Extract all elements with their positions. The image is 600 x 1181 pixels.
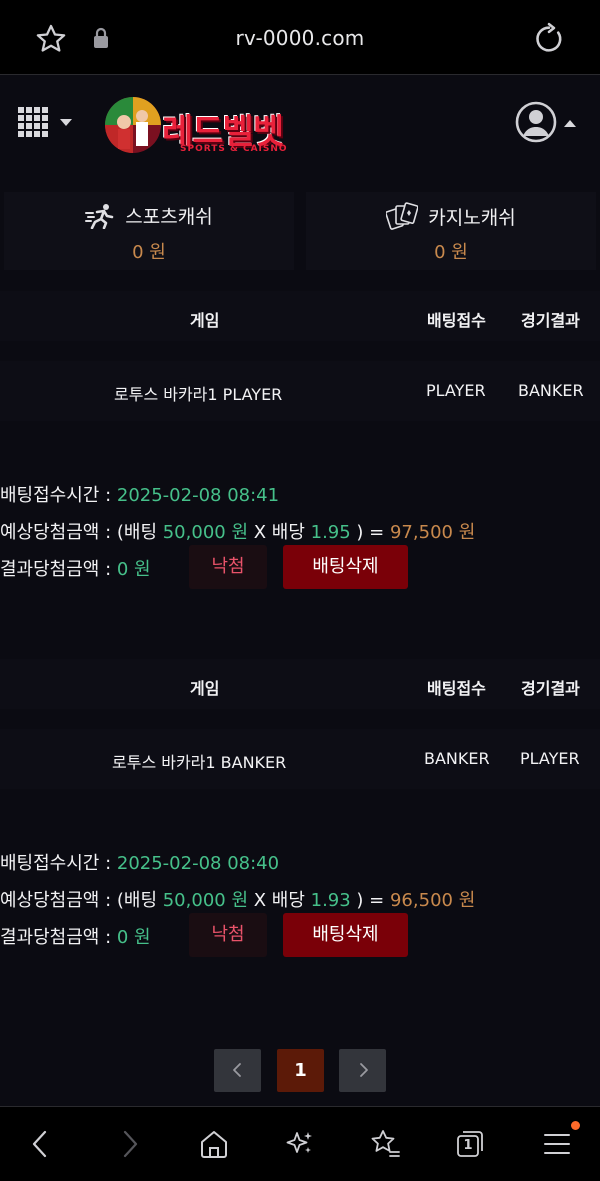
bet-pick: BANKER	[424, 749, 490, 768]
sparkle-icon[interactable]	[283, 1127, 317, 1161]
user-avatar-icon	[515, 101, 557, 143]
bet-time: 2025-02-08 08:40	[116, 853, 280, 874]
bet-table-row: 로투스 바카라1 PLAYER PLAYER BANKER	[0, 361, 600, 421]
grid-icon	[18, 107, 50, 139]
casino-cash-label: 카지노캐쉬	[428, 207, 516, 229]
running-person-icon	[85, 204, 114, 230]
apps-menu-button[interactable]	[18, 107, 74, 141]
delete-bet-button[interactable]: 배팅삭제	[283, 913, 408, 957]
odds-value: 1.93	[310, 890, 351, 911]
casino-cash-box[interactable]: 카지노캐쉬 0 원	[306, 192, 596, 270]
prev-page-button[interactable]	[214, 1049, 261, 1092]
page-number-current[interactable]: 1	[277, 1049, 324, 1092]
bet-time-line: 배팅접수시간 : 2025-02-08 08:40	[0, 853, 280, 874]
user-menu-button[interactable]	[514, 100, 580, 146]
sports-cash-box[interactable]: 스포츠캐쉬 0 원	[4, 192, 294, 270]
chevron-left-icon	[232, 1063, 241, 1077]
bet-game-name: 로투스 바카라1 PLAYER	[114, 385, 283, 404]
bet-table-header: 게임 배팅접수 경기결과	[0, 659, 600, 709]
stake-amount: 50,000 원	[162, 890, 248, 911]
notification-dot	[571, 1121, 580, 1130]
browser-bottom-bar: 1	[0, 1106, 600, 1181]
expected-win-line: 예상당첨금액 : (배팅 50,000 원 X 배당 1.95 ) = 97,5…	[0, 522, 476, 543]
expected-win-line: 예상당첨금액 : (배팅 50,000 원 X 배당 1.93 ) = 96,5…	[0, 890, 476, 911]
odds-value: 1.95	[310, 522, 351, 543]
header-result: 경기결과	[521, 679, 580, 698]
bet-table-header: 게임 배팅접수 경기결과	[0, 291, 600, 341]
bet-game-name: 로투스 바카라1 BANKER	[112, 753, 287, 772]
result-amount: 0 원	[116, 559, 151, 580]
url-bar[interactable]: rv-0000.com	[0, 26, 600, 50]
bet-time: 2025-02-08 08:41	[116, 485, 280, 506]
stake-amount: 50,000 원	[162, 522, 248, 543]
bet-result: BANKER	[518, 381, 584, 400]
loss-status-button[interactable]: 낙첨	[189, 913, 267, 957]
header-bet-pick: 배팅접수	[427, 311, 486, 330]
header-game: 게임	[190, 679, 220, 698]
playing-cards-icon	[385, 202, 419, 230]
tab-count: 1	[463, 1138, 473, 1153]
sports-cash-amount: 0 원	[132, 242, 166, 263]
sports-cash-label: 스포츠캐쉬	[125, 206, 213, 228]
loss-status-button[interactable]: 낙첨	[189, 545, 267, 589]
browser-toolbar: rv-0000.com	[0, 0, 600, 75]
tabs-button[interactable]: 1	[453, 1127, 487, 1161]
site-logo[interactable]: 레드벨벳 SPORTS & CAISNO	[100, 90, 300, 160]
result-amount-line: 결과당첨금액 : 0 원	[0, 927, 151, 948]
result-amount-line: 결과당첨금액 : 0 원	[0, 559, 151, 580]
header-bet-pick: 배팅접수	[427, 679, 486, 698]
logo-subtitle: SPORTS & CAISNO	[180, 144, 288, 154]
casino-cash-amount: 0 원	[434, 242, 468, 263]
header-result: 경기결과	[521, 311, 580, 330]
reload-icon[interactable]	[532, 22, 566, 56]
bet-table-row: 로투스 바카라1 BANKER BANKER PLAYER	[0, 729, 600, 789]
menu-icon[interactable]	[540, 1127, 574, 1161]
site-header: 레드벨벳 SPORTS & CAISNO	[0, 75, 600, 175]
home-icon[interactable]	[197, 1127, 231, 1161]
forward-icon[interactable]	[112, 1127, 146, 1161]
chevron-right-icon	[359, 1063, 368, 1077]
bet-pick: PLAYER	[426, 381, 486, 400]
header-game: 게임	[190, 311, 220, 330]
chevron-down-icon	[60, 119, 72, 126]
next-page-button[interactable]	[339, 1049, 386, 1092]
delete-bet-button[interactable]: 배팅삭제	[283, 545, 408, 589]
chevron-up-icon	[564, 120, 576, 127]
result-amount: 0 원	[116, 927, 151, 948]
bet-time-line: 배팅접수시간 : 2025-02-08 08:41	[0, 485, 280, 506]
bookmark-star-icon[interactable]	[368, 1127, 402, 1161]
expected-amount: 97,500 원	[389, 522, 476, 543]
bet-result: PLAYER	[520, 749, 580, 768]
logo-emblem	[105, 97, 161, 153]
back-icon[interactable]	[24, 1127, 58, 1161]
expected-amount: 96,500 원	[389, 890, 476, 911]
